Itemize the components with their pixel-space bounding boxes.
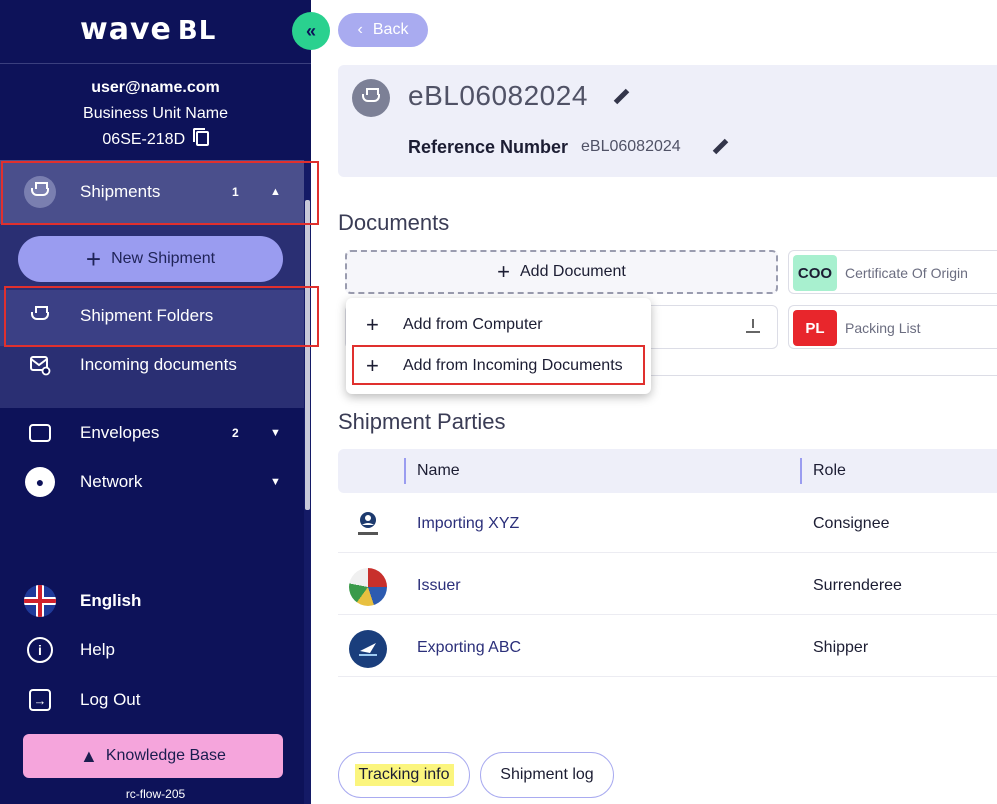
table-row[interactable]: Issuer Surrenderee <box>338 559 997 615</box>
sidebar-item-incoming-documents[interactable]: Incoming documents <box>0 341 304 389</box>
version-label: rc-flow-205 <box>125 787 186 801</box>
document-chip-pl[interactable]: PL Packing List <box>788 305 997 349</box>
shipment-parties-section-title: Shipment Parties <box>338 409 506 434</box>
documents-divider <box>640 375 997 376</box>
menu-item-add-from-computer[interactable]: + Add from Computer <box>346 305 651 345</box>
party-role: Consignee <box>813 515 890 532</box>
network-icon: ● <box>24 466 56 498</box>
copy-icon[interactable] <box>192 128 209 146</box>
shipment-log-label: Shipment log <box>500 766 594 783</box>
chevron-down-icon[interactable]: ▼ <box>270 427 281 439</box>
document-chip-coo[interactable]: COO Certificate Of Origin <box>788 250 997 294</box>
sidebar-divider <box>0 63 311 64</box>
download-icon[interactable] <box>746 319 760 333</box>
user-info: user@name.com Business Unit Name 06SE-21… <box>0 75 311 153</box>
chevron-down-icon[interactable]: ▼ <box>270 476 281 488</box>
info-icon: i <box>24 634 56 666</box>
graduation-cap-icon: ▲ <box>80 745 98 766</box>
tracking-info-label: Tracking info <box>354 764 454 786</box>
sidebar-scrollbar-thumb[interactable] <box>305 200 310 510</box>
user-id: 06SE-218D <box>102 131 186 148</box>
logo-suffix-text: BL <box>177 16 217 46</box>
table-row[interactable]: Exporting ABC Shipper <box>338 621 997 677</box>
shipment-log-button[interactable]: Shipment log <box>480 752 614 798</box>
sidebar-item-network-label: Network <box>80 472 143 491</box>
sidebar-item-network[interactable]: ● Network ▼ <box>0 458 304 506</box>
documents-section-title: Documents <box>338 210 450 235</box>
party-role: Shipper <box>813 639 869 656</box>
add-document-button[interactable]: + Add Document <box>345 250 778 294</box>
plus-icon: + <box>366 312 379 337</box>
mail-attachment-icon <box>24 349 56 381</box>
reference-number-label: Reference Number <box>408 137 569 157</box>
knowledge-base-label: Knowledge Base <box>105 747 226 764</box>
column-header-name[interactable]: Name <box>417 462 460 480</box>
party-role: Surrenderee <box>813 577 902 594</box>
plus-icon: + <box>497 259 510 284</box>
document-chip-label: Certificate Of Origin <box>845 265 968 281</box>
document-tag: COO <box>793 255 837 291</box>
sidebar-item-envelopes-label: Envelopes <box>80 423 160 442</box>
user-email: user@name.com <box>91 79 220 96</box>
party-name: Exporting ABC <box>417 639 522 656</box>
plus-icon: + <box>85 244 102 274</box>
language-label: English <box>80 591 142 610</box>
sidebar: wave BL user@name.com Business Unit Name … <box>0 0 311 804</box>
edit-title-pencil-icon[interactable] <box>613 89 629 105</box>
app-root: { "brand": { "logo_main": "wave", "logo_… <box>0 0 997 804</box>
logo-main-text: wave <box>80 12 172 47</box>
column-header-role[interactable]: Role <box>813 462 846 480</box>
table-row[interactable]: Importing XYZ Consignee <box>338 497 997 553</box>
sidebar-item-help[interactable]: i Help <box>0 626 304 674</box>
shipment-title: eBL06082024 <box>408 80 588 111</box>
shipment-header-card: eBL06082024 Reference Number eBL06082024 <box>338 65 997 177</box>
logout-icon: → <box>24 684 56 716</box>
avatar <box>349 506 387 544</box>
chevron-left-icon: ‹ <box>357 21 363 38</box>
sidebar-item-envelopes[interactable]: Envelopes 2 ▼ <box>0 409 304 457</box>
sidebar-item-help-label: Help <box>80 640 115 659</box>
party-name: Importing XYZ <box>417 515 520 532</box>
back-label: Back <box>372 21 409 38</box>
business-unit-name: Business Unit Name <box>83 105 228 122</box>
highlight-add-from-incoming <box>352 345 645 385</box>
avatar <box>349 630 387 668</box>
sidebar-item-logout[interactable]: → Log Out <box>0 676 304 724</box>
knowledge-base-button[interactable]: ▲ Knowledge Base <box>23 734 283 778</box>
party-name: Issuer <box>417 577 461 594</box>
avatar <box>349 568 387 606</box>
uk-flag-icon <box>24 585 56 617</box>
document-tag: PL <box>793 310 837 346</box>
highlight-shipment-folders <box>4 286 319 347</box>
reference-number-value: eBL06082024 <box>581 138 681 155</box>
sidebar-item-logout-label: Log Out <box>80 690 141 709</box>
edit-reference-pencil-icon[interactable] <box>712 139 728 155</box>
document-chip-label: Packing List <box>845 320 921 336</box>
highlight-shipments <box>1 161 319 225</box>
add-document-label: Add Document <box>520 263 626 280</box>
new-shipment-label: New Shipment <box>111 250 216 267</box>
parties-table-header: Name Role <box>338 449 997 493</box>
wavebl-logo[interactable]: wave BL <box>80 12 216 47</box>
language-selector[interactable]: English <box>0 577 304 625</box>
envelopes-count-badge: 2 <box>232 426 239 440</box>
tracking-info-button[interactable]: Tracking info <box>338 752 470 798</box>
ship-icon <box>352 79 390 117</box>
menu-item-label: Add from Computer <box>403 316 543 333</box>
new-shipment-button[interactable]: + New Shipment <box>18 236 283 282</box>
sidebar-item-incoming-documents-label: Incoming documents <box>80 355 237 374</box>
collapse-sidebar-button[interactable]: « <box>292 12 330 50</box>
back-button[interactable]: ‹ Back <box>338 13 428 47</box>
column-divider <box>800 458 802 484</box>
envelope-icon <box>24 417 56 449</box>
column-divider <box>404 458 406 484</box>
